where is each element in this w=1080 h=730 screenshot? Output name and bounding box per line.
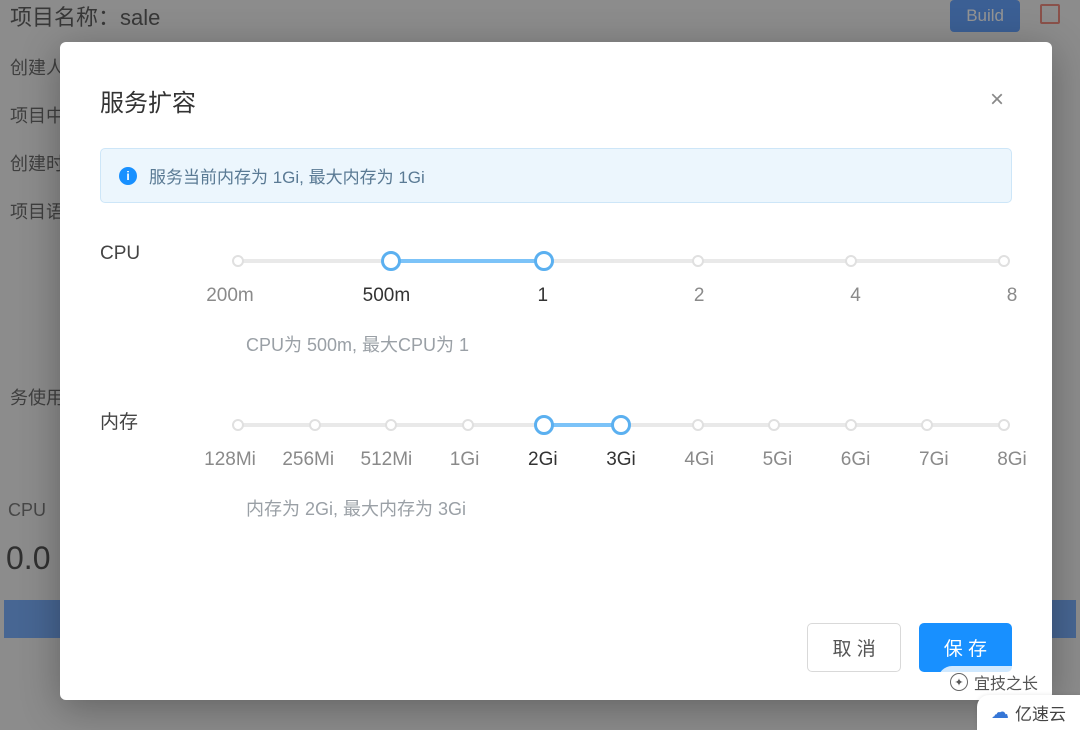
slider-handle[interactable] [611, 415, 631, 435]
cpu-tick-labels: 200m500m1248 [230, 285, 1012, 313]
slider-handle[interactable] [381, 251, 401, 271]
info-icon: i [119, 167, 137, 185]
slider-tick [998, 419, 1010, 431]
tick-label: 512Mi [361, 449, 413, 471]
tick-label: 4Gi [684, 449, 714, 471]
close-button[interactable]: × [982, 82, 1012, 118]
cloud-icon: ☁ [991, 702, 1009, 723]
slider-fill [544, 423, 621, 427]
tick-label: 2 [694, 285, 705, 307]
tick-label: 3Gi [606, 449, 636, 471]
tick-label: 500m [363, 285, 411, 307]
memory-slider[interactable] [238, 413, 1004, 437]
slider-tick [921, 419, 933, 431]
slider-tick [232, 419, 244, 431]
watermark-text: 宜技之长 [974, 670, 1038, 694]
slider-fill [391, 259, 544, 263]
slider-tick [845, 255, 857, 267]
tick-label: 2Gi [528, 449, 558, 471]
tick-label: 7Gi [919, 449, 949, 471]
cpu-slider[interactable] [238, 249, 1004, 273]
save-button[interactable]: 保 存 [919, 623, 1012, 672]
info-banner: i 服务当前内存为 1Gi, 最大内存为 1Gi [100, 148, 1012, 203]
slider-tick [309, 419, 321, 431]
slider-tick [232, 255, 244, 267]
watermark-brand-text: 亿速云 [1015, 700, 1066, 725]
watermark-wechat: ✦ 宜技之长 [938, 666, 1050, 698]
memory-section: 内存 128Mi256Mi512Mi1Gi2Gi3Gi4Gi5Gi6Gi7Gi8… [100, 407, 1012, 521]
cpu-helper: CPU为 500m, 最大CPU为 1 [246, 331, 1012, 357]
slider-tick [462, 419, 474, 431]
slider-tick [692, 419, 704, 431]
modal-footer: 取 消 保 存 [100, 623, 1012, 672]
scale-modal: 服务扩容 × i 服务当前内存为 1Gi, 最大内存为 1Gi CPU 200m… [60, 42, 1052, 700]
info-text: 服务当前内存为 1Gi, 最大内存为 1Gi [149, 163, 425, 188]
wechat-icon: ✦ [950, 673, 968, 691]
slider-tick [385, 419, 397, 431]
memory-tick-labels: 128Mi256Mi512Mi1Gi2Gi3Gi4Gi5Gi6Gi7Gi8Gi [230, 449, 1012, 477]
tick-label: 8 [1007, 285, 1018, 307]
modal-header: 服务扩容 × [100, 82, 1012, 118]
slider-tick [998, 255, 1010, 267]
tick-label: 128Mi [204, 449, 256, 471]
tick-label: 256Mi [282, 449, 334, 471]
memory-helper: 内存为 2Gi, 最大内存为 3Gi [246, 495, 1012, 521]
tick-label: 200m [206, 285, 254, 307]
slider-handle[interactable] [534, 251, 554, 271]
modal-title: 服务扩容 [100, 83, 196, 118]
tick-label: 5Gi [763, 449, 793, 471]
tick-label: 1Gi [450, 449, 480, 471]
tick-label: 6Gi [841, 449, 871, 471]
tick-label: 4 [850, 285, 861, 307]
slider-tick [692, 255, 704, 267]
cpu-section: CPU 200m500m1248 CPU为 500m, 最大CPU为 1 [100, 243, 1012, 357]
tick-label: 1 [538, 285, 549, 307]
cancel-button[interactable]: 取 消 [807, 623, 900, 672]
slider-tick [845, 419, 857, 431]
tick-label: 8Gi [997, 449, 1027, 471]
slider-tick [768, 419, 780, 431]
slider-handle[interactable] [534, 415, 554, 435]
cpu-track [238, 259, 1004, 263]
watermark-brand: ☁ 亿速云 [977, 695, 1080, 730]
